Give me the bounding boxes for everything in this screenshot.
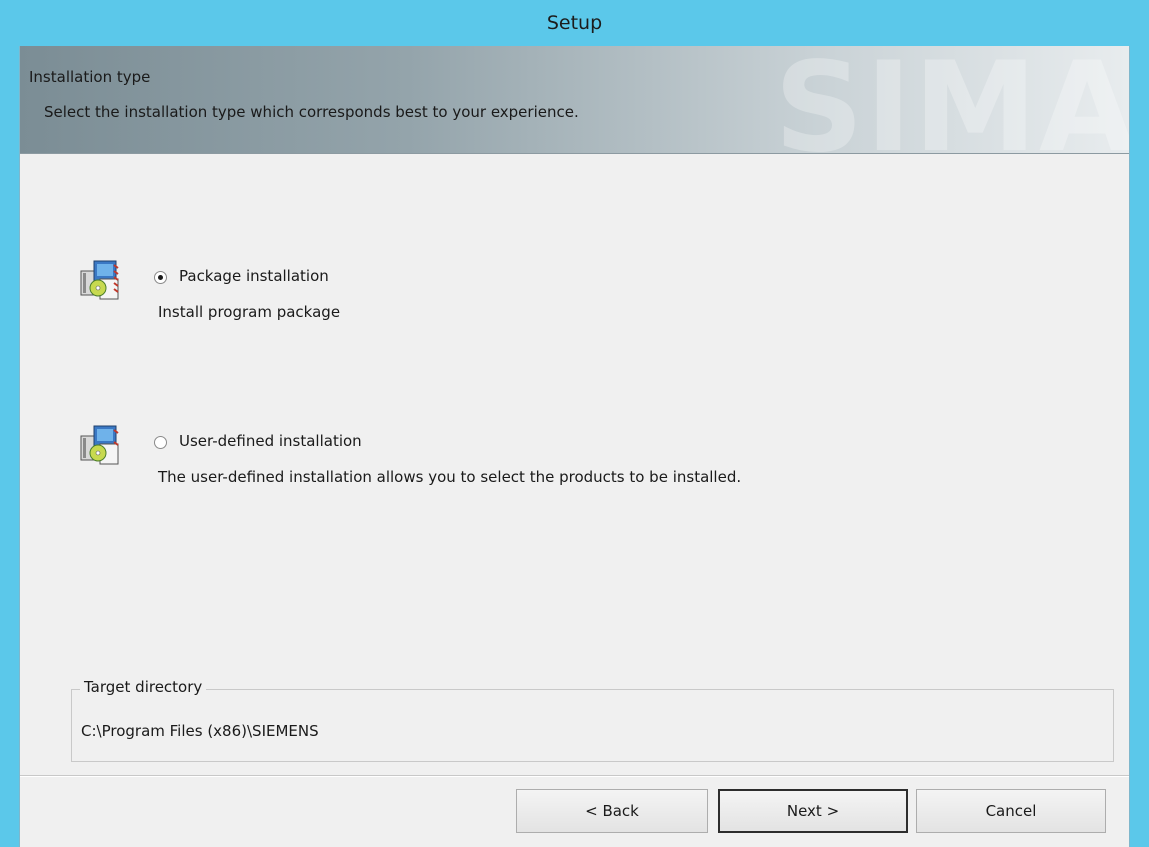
page-subtitle: Select the installation type which corre…: [44, 103, 579, 121]
package-install-icon: [80, 260, 119, 300]
header-banner: SIMA Installation type Select the instal…: [20, 46, 1129, 154]
user-defined-installation-radio[interactable]: [154, 436, 167, 449]
setup-window: Setup SIMA Installation type Select the …: [0, 0, 1149, 847]
back-button[interactable]: < Back: [516, 789, 708, 833]
package-installation-label[interactable]: Package installation: [179, 267, 329, 285]
custom-install-icon: [80, 425, 119, 465]
footer-separator: [20, 775, 1129, 777]
window-title: Setup: [546, 12, 603, 34]
user-defined-installation-description: The user-defined installation allows you…: [158, 468, 742, 486]
target-directory-group: Target directory C:\Program Files (x86)\…: [71, 678, 1114, 762]
user-defined-installation-label[interactable]: User-defined installation: [179, 432, 362, 450]
cancel-button[interactable]: Cancel: [916, 789, 1106, 833]
target-directory-legend: Target directory: [80, 678, 207, 696]
dialog-client-area: SIMA Installation type Select the instal…: [19, 46, 1130, 847]
target-directory-path: C:\Program Files (x86)\SIEMENS: [81, 722, 319, 740]
next-button[interactable]: Next >: [718, 789, 908, 833]
package-installation-radio[interactable]: [154, 271, 167, 284]
page-title: Installation type: [29, 68, 151, 86]
package-installation-description: Install program package: [158, 303, 341, 321]
brand-watermark: SIMA: [774, 46, 1129, 154]
